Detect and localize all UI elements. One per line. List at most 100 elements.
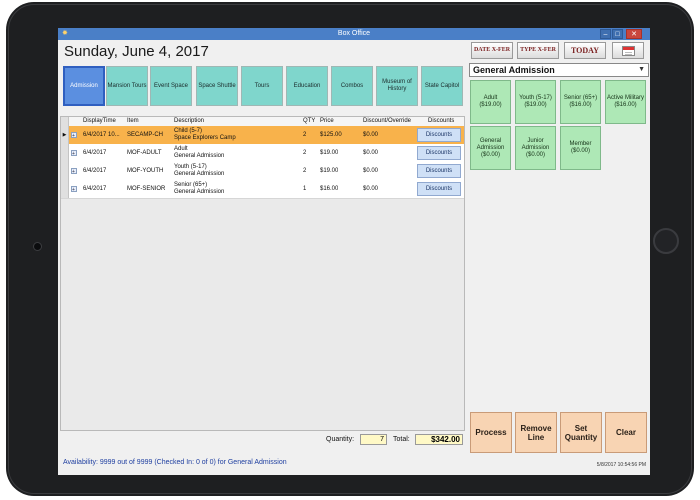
discounts-button[interactable]: Discounts <box>417 146 461 160</box>
cell-price: $16.00 <box>320 185 339 192</box>
description-line-2: General Admission <box>174 171 225 177</box>
order-grid[interactable]: DisplayTime Item Description QTY Price D… <box>60 116 465 431</box>
window-title: Box Office <box>337 30 371 37</box>
cell-discount-override: $0.00 <box>363 131 379 138</box>
title-bar: ✸ Box Office – □ ✕ <box>58 28 650 40</box>
category-tab-mansion-tours[interactable]: Mansion Tours <box>106 66 148 106</box>
clear-button[interactable]: Clear <box>605 412 647 453</box>
ticket-button-active-military[interactable]: Active Military ($16.00) <box>605 80 646 124</box>
maximize-button[interactable]: □ <box>612 29 623 39</box>
column-header-price[interactable]: Price <box>320 117 334 126</box>
cell-discount-override: $0.00 <box>363 167 379 174</box>
remove-line-button[interactable]: Remove Line <box>515 412 557 453</box>
description-line-1: Youth (5-17) <box>174 164 207 170</box>
total-label: Total: <box>393 436 410 443</box>
cell-description: Youth (5-17) General Admission <box>174 162 224 180</box>
cell-displaytime: 6/4/2017 10... <box>83 131 120 138</box>
column-header-item[interactable]: Item <box>127 117 139 126</box>
table-row[interactable]: + 6/4/2017 MOF-ADULT Adult General Admis… <box>61 144 464 163</box>
discounts-button[interactable]: Discounts <box>417 128 461 142</box>
quantity-label: Quantity: <box>326 436 355 443</box>
type-xfer-button[interactable]: TYPE X-FER <box>517 42 559 59</box>
ticket-button-general-admission[interactable]: General Admission ($0.00) <box>470 126 511 170</box>
close-button[interactable]: ✕ <box>626 29 642 39</box>
column-header-discount-override[interactable]: Discount/Override <box>363 117 411 126</box>
date-xfer-button[interactable]: DATE X-FER <box>471 42 513 59</box>
calendar-button[interactable] <box>612 42 644 59</box>
ticket-button-member[interactable]: Member ($0.00) <box>560 126 601 170</box>
camera-icon <box>33 242 42 251</box>
column-header-description[interactable]: Description <box>174 117 204 126</box>
cell-discount-override: $0.00 <box>363 185 379 192</box>
discounts-button[interactable]: Discounts <box>417 164 461 178</box>
process-button[interactable]: Process <box>470 412 512 453</box>
ticket-button-adult[interactable]: Adult ($19.00) <box>470 80 511 124</box>
cell-price: $19.00 <box>320 167 339 174</box>
cell-qty: 1 <box>303 185 307 192</box>
category-tab-space-shuttle[interactable]: Space Shuttle <box>196 66 238 106</box>
table-row[interactable]: + 6/4/2017 MOF-YOUTH Youth (5-17) Genera… <box>61 162 464 181</box>
expand-row-icon[interactable]: + <box>70 132 77 139</box>
description-line-2: General Admission <box>174 153 225 159</box>
category-tab-event-space[interactable]: Event Space <box>150 66 192 106</box>
cell-price: $19.00 <box>320 149 339 156</box>
ticket-price: ($0.00) <box>525 151 545 158</box>
availability-status: Availability: 9999 out of 9999 (Checked … <box>63 459 287 466</box>
cell-displaytime: 6/4/2017 <box>83 149 107 156</box>
cell-item: MOF-SENIOR <box>127 185 166 192</box>
cell-displaytime: 6/4/2017 <box>83 167 107 174</box>
ticket-price: ($19.00) <box>479 102 502 108</box>
ticket-name: Youth (5-17) <box>519 95 552 101</box>
expand-row-icon[interactable]: + <box>70 186 77 193</box>
category-tab-combos[interactable]: Combos <box>331 66 373 106</box>
expand-row-icon[interactable]: + <box>70 150 77 157</box>
cell-discount-override: $0.00 <box>363 149 379 156</box>
ticket-price: ($16.00) <box>614 102 637 108</box>
ticket-button-senior[interactable]: Senior (65+) ($16.00) <box>560 80 601 124</box>
ticket-name: Junior Admission <box>521 137 550 151</box>
category-tab-admission[interactable]: Admission <box>63 66 105 106</box>
ticket-price: ($0.00) <box>480 151 500 158</box>
table-row[interactable]: + 6/4/2017 MOF-SENIOR Senior (65+) Gener… <box>61 180 464 199</box>
category-tab-tours[interactable]: Tours <box>241 66 283 106</box>
cell-description: Senior (65+) General Admission <box>174 180 224 198</box>
set-quantity-button[interactable]: Set Quantity <box>560 412 602 453</box>
description-line-1: Child (5-7) <box>174 128 203 134</box>
ticket-button-junior-admission[interactable]: Junior Admission ($0.00) <box>515 126 556 170</box>
cell-qty: 2 <box>303 167 307 174</box>
category-tab-state-capitol[interactable]: State Capitol <box>421 66 463 106</box>
cell-description: Adult General Admission <box>174 144 224 162</box>
column-header-displaytime[interactable]: DisplayTime <box>83 117 116 126</box>
ticket-type-value: General Admission <box>473 65 555 75</box>
category-tab-museum-of-history[interactable]: Museum of History <box>376 66 418 106</box>
cell-item: SECAMP-CH <box>127 131 164 138</box>
discounts-button[interactable]: Discounts <box>417 182 461 196</box>
cell-item: MOF-YOUTH <box>127 167 164 174</box>
today-button[interactable]: TODAY <box>564 42 606 59</box>
column-header-discounts[interactable]: Discounts <box>428 117 454 126</box>
cell-qty: 2 <box>303 149 307 156</box>
expand-row-icon[interactable]: + <box>70 168 77 175</box>
home-button[interactable] <box>653 228 679 254</box>
cell-price: $125.00 <box>320 131 342 138</box>
cell-item: MOF-ADULT <box>127 149 162 156</box>
cell-displaytime: 6/4/2017 <box>83 185 107 192</box>
category-tab-education[interactable]: Education <box>286 66 328 106</box>
ticket-name: General Admission <box>476 137 505 151</box>
description-line-2: General Admission <box>174 189 225 195</box>
tablet-frame: ✸ Box Office – □ ✕ Sunday, June 4, 2017 … <box>6 2 694 496</box>
ticket-name: Adult <box>483 95 498 101</box>
box-office-window: ✸ Box Office – □ ✕ Sunday, June 4, 2017 … <box>58 28 650 475</box>
chevron-down-icon: ▼ <box>638 66 645 73</box>
table-row[interactable]: ▶ + 6/4/2017 10... SECAMP-CH Child (5-7)… <box>61 126 464 145</box>
ticket-price: ($19.00) <box>524 102 547 108</box>
ticket-type-select[interactable]: General Admission ▼ <box>469 63 649 77</box>
ticket-name: Active Military <box>606 95 644 101</box>
ticket-name: Member <box>569 141 592 147</box>
ticket-button-youth[interactable]: Youth (5-17) ($19.00) <box>515 80 556 124</box>
total-field: $342.00 <box>415 434 463 445</box>
column-header-qty[interactable]: QTY <box>303 117 315 126</box>
minimize-button[interactable]: – <box>600 29 611 39</box>
ticket-price: ($16.00) <box>569 102 592 108</box>
calendar-icon <box>622 46 635 56</box>
